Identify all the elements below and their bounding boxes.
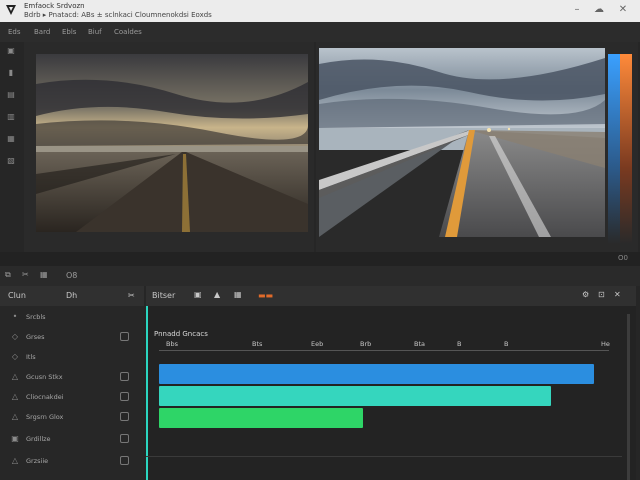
timeline-toolbar: ⧉ ✂ ▦ O8: [0, 266, 640, 286]
track-label: Grses: [26, 333, 45, 341]
track-list: • Srcbls ◇ Grses ◇ Itls △ Gcusn Stkx △ C…: [0, 306, 144, 480]
track-warning-icon: △: [11, 412, 19, 421]
layout-icon[interactable]: ▦: [40, 270, 48, 279]
title-bar: Emfaock Srdvozn Bdrb ▸ Pnatacd: ABs ± sc…: [0, 0, 640, 22]
track-label: Grzsiie: [26, 457, 49, 465]
razor-icon[interactable]: ✂: [22, 270, 29, 279]
source-viewer: [24, 42, 314, 252]
ruler-tick: Bta: [414, 340, 425, 348]
menu-item-4[interactable]: Biuf: [88, 28, 102, 36]
track-label: Itls: [26, 353, 36, 361]
track-toggle[interactable]: [120, 332, 129, 341]
track-label: Srgsrn Glox: [26, 413, 64, 421]
grid-icon[interactable]: ▣: [194, 290, 202, 299]
zoom-label[interactable]: O8: [66, 271, 77, 280]
tracks-panel-title[interactable]: Clun: [8, 291, 26, 300]
track-warning-icon: △: [11, 456, 19, 465]
program-frame-image[interactable]: [319, 48, 605, 237]
ruler-tick: Eeb: [311, 340, 324, 348]
audio-meter: [608, 54, 632, 244]
app-logo-icon: [6, 5, 16, 15]
divider-label: O0: [618, 254, 628, 262]
track-row[interactable]: △ Cliocnakdei: [0, 388, 144, 406]
tool-slip-icon[interactable]: ▤: [6, 90, 16, 100]
record-indicator[interactable]: ▬▬: [258, 291, 273, 300]
tool-text-icon[interactable]: ▦: [6, 134, 16, 144]
tool-trim-icon[interactable]: ▮: [6, 68, 16, 78]
menu-item-2[interactable]: Bard: [34, 28, 50, 36]
tool-select-icon[interactable]: ▣: [6, 46, 16, 56]
clip-bar-green[interactable]: [159, 408, 363, 428]
minimize-icon[interactable]: –: [570, 3, 584, 17]
track-diamond-icon: ◇: [11, 332, 19, 341]
track-dot-icon: •: [12, 312, 18, 321]
viewer-divider: O0: [0, 252, 640, 266]
window-title: Emfaock Srdvozn: [24, 2, 85, 10]
tracks-panel-tool-icon[interactable]: ✂: [128, 291, 135, 300]
track-toggle[interactable]: [120, 456, 129, 465]
menu-item-1[interactable]: Eds: [8, 28, 21, 36]
track-toggle[interactable]: [120, 434, 129, 443]
track-label: Srcbls: [26, 313, 46, 321]
snap-icon[interactable]: ⧉: [5, 270, 11, 280]
ruler-tick: Brb: [360, 340, 372, 348]
lane-divider: [146, 456, 622, 457]
ruler-tick: B: [504, 340, 509, 348]
tool-razor-icon[interactable]: ▥: [6, 112, 16, 122]
track-row[interactable]: • Srcbls: [0, 308, 144, 326]
track-row[interactable]: ◇ Grses: [0, 328, 144, 346]
track-toggle[interactable]: [120, 412, 129, 421]
ruler-tick: B: [457, 340, 462, 348]
tool-strip: ▣ ▮ ▤ ▥ ▦ ▧: [0, 42, 22, 252]
ruler-tick: He: [601, 340, 610, 348]
cloud-icon[interactable]: ☁: [592, 3, 606, 17]
fit-icon[interactable]: ⊡: [598, 290, 605, 299]
track-toggle[interactable]: [120, 372, 129, 381]
timeline-panel-header: Bitser ▣ ▲ ▦ ▬▬ ⚙ ⊡ ✕: [146, 286, 636, 306]
track-row[interactable]: △ Gcusn Stkx: [0, 368, 144, 386]
section-title: Pnnadd Gncacs: [154, 330, 208, 338]
ruler-tick: Bts: [252, 340, 263, 348]
tool-hand-icon[interactable]: ▧: [6, 156, 16, 166]
ruler-tick: Bbs: [166, 340, 178, 348]
track-row[interactable]: ▣ Grdillze: [0, 430, 144, 448]
playhead-left-edge: [146, 306, 148, 480]
marker-icon[interactable]: ▲: [214, 290, 220, 299]
track-row[interactable]: ◇ Itls: [0, 348, 144, 366]
close-icon[interactable]: ✕: [616, 3, 630, 17]
timeline-scrollbar[interactable]: [627, 314, 630, 480]
program-viewer: [316, 42, 638, 252]
menu-item-3[interactable]: Ebls: [62, 28, 76, 36]
panel-close-icon[interactable]: ✕: [614, 290, 621, 299]
track-toggle[interactable]: [120, 392, 129, 401]
clip-bar-teal[interactable]: [159, 386, 551, 406]
ruler-baseline: [159, 350, 609, 351]
track-label: Gcusn Stkx: [26, 373, 63, 381]
menu-item-5[interactable]: Coaldes: [114, 28, 142, 36]
track-row[interactable]: △ Srgsrn Glox: [0, 408, 144, 426]
window-subtitle: Bdrb ▸ Pnatacd: ABs ± sclnkaci Cloumneno…: [24, 11, 212, 19]
tracks-panel-tab[interactable]: Dh: [66, 291, 77, 300]
track-diamond-icon: ◇: [11, 352, 19, 361]
menu-bar: Eds Bard Ebls Biuf Coaldes: [0, 22, 640, 42]
track-label: Cliocnakdei: [26, 393, 64, 401]
track-label: Grdillze: [26, 435, 51, 443]
settings-icon[interactable]: ⚙: [582, 290, 589, 299]
tracks-panel-header: Clun Dh ✂: [0, 286, 144, 306]
clip-bar-blue[interactable]: [159, 364, 594, 384]
track-clip-icon: ▣: [11, 434, 19, 443]
track-warning-icon: △: [11, 392, 19, 401]
track-warning-icon: △: [11, 372, 19, 381]
source-frame-image[interactable]: [36, 54, 308, 232]
layers-icon[interactable]: ▦: [234, 290, 242, 299]
timeline-panel-title[interactable]: Bitser: [152, 291, 175, 300]
track-row[interactable]: △ Grzsiie: [0, 452, 144, 470]
